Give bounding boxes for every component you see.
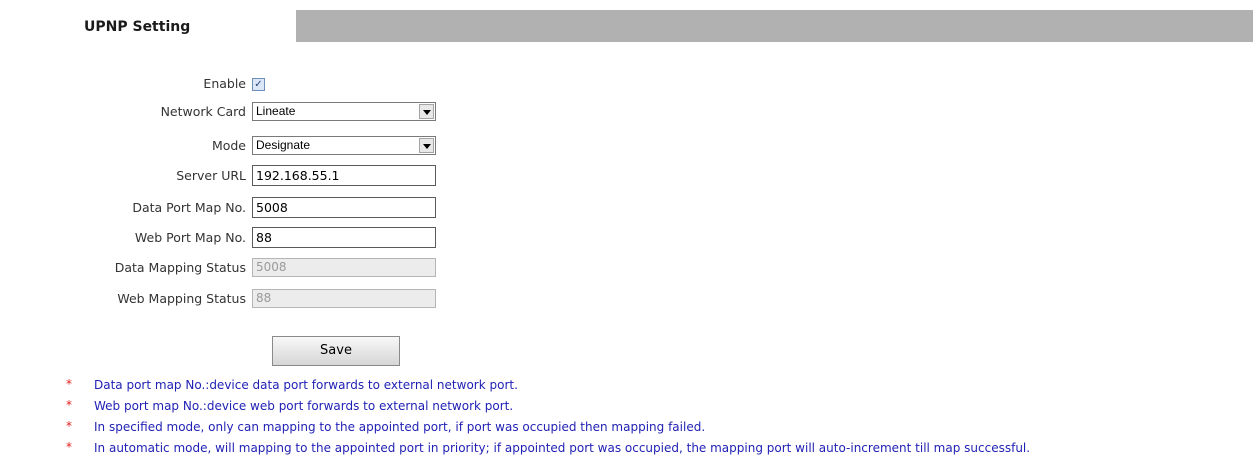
mode-value: Designate (256, 138, 311, 152)
note-marker: * (66, 440, 72, 454)
note-text: Data port map No.:device data port forwa… (94, 378, 518, 392)
note-text: Web port map No.:device web port forward… (94, 399, 514, 413)
note-text: In specified mode, only can mapping to t… (94, 420, 706, 434)
chevron-down-icon[interactable] (419, 138, 434, 153)
data-port-label: Data Port Map No. (132, 200, 246, 215)
mode-label: Mode (211, 138, 246, 153)
web-port-label: Web Port Map No. (134, 230, 246, 245)
chevron-down-icon[interactable] (419, 104, 434, 119)
save-button[interactable]: Save (272, 336, 400, 366)
data-status-label: Data Mapping Status (114, 260, 246, 275)
check-icon: ✓ (254, 79, 263, 90)
data-status-field: 5008 (252, 258, 436, 277)
web-status-row: Web Mapping Status 88 (0, 287, 600, 311)
web-port-row: Web Port Map No. 88 (0, 226, 600, 250)
tab-title: UPNP Setting (84, 19, 191, 35)
note-marker: * (66, 377, 72, 391)
enable-checkbox[interactable]: ✓ (252, 78, 265, 91)
server-url-label: Server URL (176, 168, 246, 183)
tab-bar-fill (296, 10, 1253, 42)
note-marker: * (66, 398, 72, 412)
network-card-select[interactable]: Lineate (252, 102, 436, 121)
server-url-row: Server URL 192.168.55.1 (0, 164, 600, 188)
data-port-input[interactable]: 5008 (252, 197, 436, 218)
enable-row: Enable ✓ (0, 72, 600, 96)
tab-upnp-setting[interactable]: UPNP Setting (0, 10, 296, 42)
web-status-field: 88 (252, 289, 436, 308)
data-status-row: Data Mapping Status 5008 (0, 256, 600, 280)
web-port-input[interactable]: 88 (252, 227, 436, 248)
mode-row: Mode Designate (0, 134, 600, 158)
server-url-input[interactable]: 192.168.55.1 (252, 165, 436, 186)
note-text: In automatic mode, will mapping to the a… (94, 441, 1031, 455)
data-port-row: Data Port Map No. 5008 (0, 196, 600, 220)
network-card-row: Network Card Lineate (0, 100, 600, 124)
tab-bar: UPNP Setting (0, 10, 1253, 42)
mode-select[interactable]: Designate (252, 136, 436, 155)
network-card-value: Lineate (256, 104, 296, 118)
note-marker: * (66, 419, 72, 433)
enable-label: Enable (203, 76, 246, 91)
web-status-label: Web Mapping Status (117, 291, 246, 306)
network-card-label: Network Card (160, 104, 246, 119)
